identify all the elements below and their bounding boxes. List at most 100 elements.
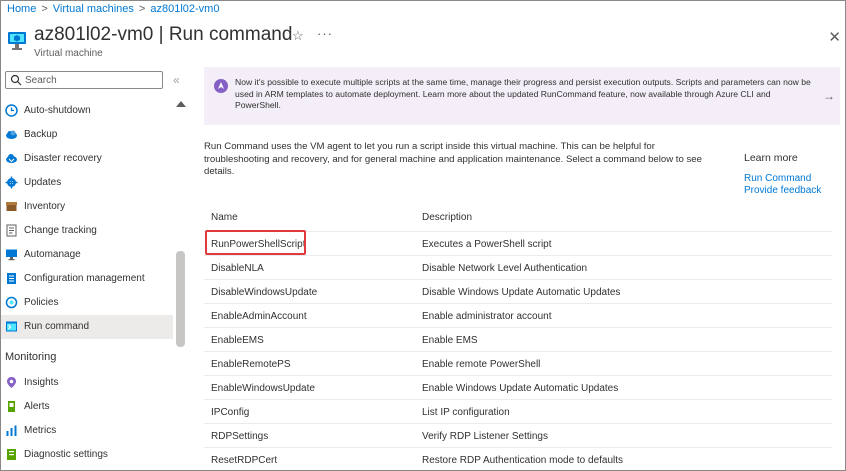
command-name: RDPSettings xyxy=(211,431,269,442)
table-row[interactable]: EnableAdminAccount Enable administrator a… xyxy=(204,303,832,327)
provide-feedback-link[interactable]: Provide feedback xyxy=(744,185,821,196)
command-description: List IP configuration xyxy=(422,407,510,418)
command-name: EnableWindowsUpdate xyxy=(211,383,315,394)
run-command-docs-link[interactable]: Run Command xyxy=(744,173,811,184)
breadcrumb-virtual-machines[interactable]: Virtual machines xyxy=(53,3,134,15)
learn-more-heading: Learn more xyxy=(744,152,798,164)
sidebar-item-label: Policies xyxy=(24,297,59,308)
gear-update-icon xyxy=(5,176,18,189)
document-icon xyxy=(7,273,16,284)
command-name: DisableNLA xyxy=(211,263,264,274)
sidebar-section-monitoring: Monitoring xyxy=(5,351,57,363)
search-placeholder: Search xyxy=(25,75,57,86)
alert-icon xyxy=(8,401,15,412)
command-description: Enable administrator account xyxy=(422,311,552,322)
breadcrumb: Home > Virtual machines > az801l02-vm0 xyxy=(7,3,219,15)
sidebar-item-label: Diagnostic settings xyxy=(24,449,108,460)
sidebar-item-label: Backup xyxy=(24,129,58,140)
column-header-description: Description xyxy=(422,212,473,223)
sidebar-item-change-tracking[interactable]: Change tracking xyxy=(1,219,173,243)
scroll-up-arrow-icon[interactable] xyxy=(176,101,186,107)
table-row[interactable]: ResetRDPCert Restore RDP Authentication m… xyxy=(204,447,832,471)
sidebar-item-updates[interactable]: Updates xyxy=(1,171,173,195)
command-name: IPConfig xyxy=(211,407,250,418)
clock-icon xyxy=(5,104,18,117)
sidebar-item-label: Automanage xyxy=(24,249,81,260)
command-name: DisableWindowsUpdate xyxy=(211,287,318,298)
breadcrumb-vm[interactable]: az801l02-vm0 xyxy=(150,3,219,15)
run-command-description: Run Command uses the VM agent to let you… xyxy=(204,141,702,177)
sidebar-item-label: Change tracking xyxy=(24,225,97,236)
inventory-icon xyxy=(6,202,17,211)
sidebar-item-label: Auto-shutdown xyxy=(24,105,91,116)
sidebar-item-auto-shutdown[interactable]: Auto-shutdown xyxy=(1,99,173,123)
command-description: Disable Windows Update Automatic Updates xyxy=(422,287,621,298)
table-row[interactable]: DisableWindowsUpdate Disable Windows Upda… xyxy=(204,279,832,303)
sidebar-item-alerts[interactable]: Alerts xyxy=(1,395,173,419)
table-row[interactable]: RDPSettings Verify RDP Listener Settings xyxy=(204,423,832,447)
insights-icon xyxy=(7,377,16,388)
breadcrumb-separator: > xyxy=(138,3,146,15)
sidebar-item-metrics[interactable]: Metrics xyxy=(1,419,173,443)
metrics-icon xyxy=(6,425,17,436)
sidebar-item-backup[interactable]: Backup xyxy=(1,123,173,147)
sidebar-item-disaster-recovery[interactable]: Disaster recovery xyxy=(1,147,173,171)
sidebar-item-label: Updates xyxy=(24,177,62,188)
sidebar-item-insights[interactable]: Insights xyxy=(1,371,173,395)
search-input[interactable]: Search xyxy=(5,71,163,89)
cloud-backup-icon xyxy=(6,130,17,139)
sidebar-item-configuration-management[interactable]: Configuration management xyxy=(1,267,173,291)
diagnostic-icon xyxy=(7,449,16,460)
command-name: EnableRemotePS xyxy=(211,359,291,370)
sidebar-item-run-command[interactable]: Run command xyxy=(1,315,173,339)
command-description: Disable Network Level Authentication xyxy=(422,263,588,274)
page-title: az801l02-vm0 | Run command xyxy=(34,24,293,45)
sidebar-item-label: Disaster recovery xyxy=(24,153,102,164)
command-name: EnableEMS xyxy=(211,335,264,346)
sidebar-item-label: Inventory xyxy=(24,201,66,212)
sidebar-item-diagnostic-settings[interactable]: Diagnostic settings xyxy=(1,443,173,467)
sidebar-item-automanage[interactable]: Automanage xyxy=(1,243,173,267)
column-header-name: Name xyxy=(211,212,238,223)
command-description: Restore RDP Authentication mode to defau… xyxy=(422,455,624,466)
sidebar-item-policies[interactable]: Policies xyxy=(1,291,173,315)
banner-text: Now it's possible to execute multiple sc… xyxy=(235,77,811,110)
sidebar-item-label: Run command xyxy=(24,321,90,332)
sidebar-item-inventory[interactable]: Inventory xyxy=(1,195,173,219)
sidebar: Search « Auto-shutdown Backup Disaster r… xyxy=(1,67,193,471)
breadcrumb-home[interactable]: Home xyxy=(7,3,36,15)
command-name: EnableAdminAccount xyxy=(211,311,307,322)
table-row[interactable]: EnableEMS Enable EMS xyxy=(204,327,832,351)
page-header: az801l02-vm0 | Run command Virtual machi… xyxy=(1,21,846,61)
arrow-right-icon[interactable]: → xyxy=(823,89,835,103)
command-description: Enable remote PowerShell xyxy=(422,359,541,370)
command-description: Enable Windows Update Automatic Updates xyxy=(422,383,619,394)
table-row[interactable]: IPConfig List IP configuration xyxy=(204,399,832,423)
table-row[interactable]: DisableNLA Disable Network Level Authenti… xyxy=(204,255,832,279)
star-icon[interactable]: ☆ xyxy=(292,28,304,44)
table-row[interactable]: EnableRemotePS Enable remote PowerShell xyxy=(204,351,832,375)
monitor-icon xyxy=(6,249,17,261)
sidebar-item-label: Configuration management xyxy=(24,273,145,284)
policy-icon xyxy=(5,296,18,309)
disaster-recovery-icon xyxy=(6,154,17,163)
info-banner: Now it's possible to execute multiple sc… xyxy=(204,67,840,125)
search-icon xyxy=(10,74,22,86)
breadcrumb-separator: > xyxy=(41,3,48,15)
command-name: ResetRDPCert xyxy=(211,455,278,466)
close-icon[interactable]: ✕ xyxy=(828,28,841,46)
sidebar-item-label: Alerts xyxy=(24,401,50,412)
collapse-sidebar-icon[interactable]: « xyxy=(173,73,180,87)
page-subtitle: Virtual machine xyxy=(34,48,103,59)
run-command-icon xyxy=(6,321,17,332)
virtual-machine-icon xyxy=(8,32,26,50)
change-tracking-icon xyxy=(6,224,17,237)
command-description: Enable EMS xyxy=(422,335,478,346)
highlight-box xyxy=(205,230,306,255)
sidebar-scrollbar[interactable] xyxy=(176,251,185,347)
table-row[interactable]: EnableWindowsUpdate Enable Windows Update… xyxy=(204,375,832,399)
rocket-icon xyxy=(214,79,228,93)
sidebar-item-label: Metrics xyxy=(24,425,57,436)
command-description: Executes a PowerShell script xyxy=(422,239,552,250)
more-options-icon[interactable]: ··· xyxy=(317,26,333,41)
